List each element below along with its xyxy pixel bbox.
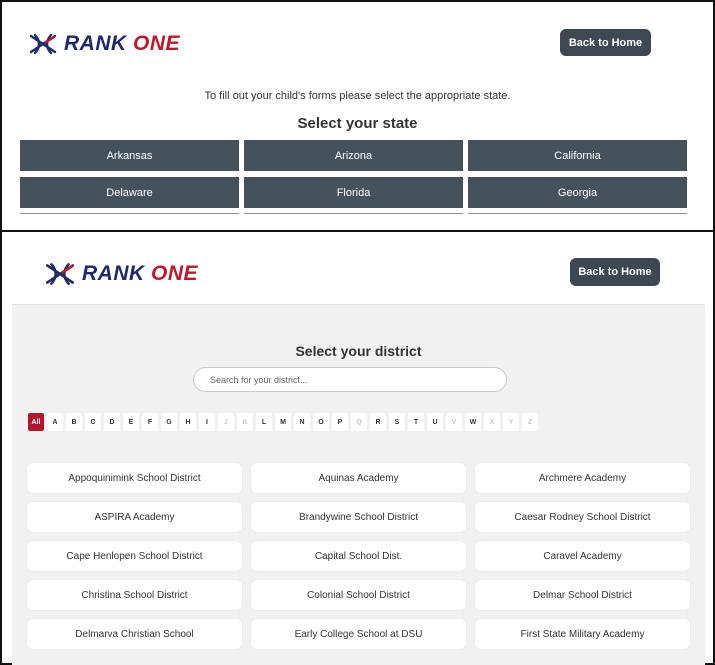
- rank-one-logo[interactable]: RANK ONE: [44, 262, 198, 286]
- letter-filter-s[interactable]: S: [389, 413, 405, 431]
- letter-filter-d[interactable]: D: [104, 413, 120, 431]
- letter-filter-z: Z: [522, 413, 538, 431]
- district-button[interactable]: Brandywine School District: [251, 502, 466, 532]
- district-button[interactable]: Caesar Rodney School District: [475, 502, 690, 532]
- letter-filter-all[interactable]: All: [28, 413, 44, 431]
- rank-one-emblem-icon: [45, 263, 75, 285]
- rank-one-emblem-icon: [29, 33, 57, 55]
- district-search-input[interactable]: [193, 367, 507, 392]
- district-selection-panel: RANK ONE Back to Home Select your distri…: [0, 230, 715, 665]
- letter-filter-w[interactable]: W: [465, 413, 481, 431]
- letter-filter-a[interactable]: A: [47, 413, 63, 431]
- district-button[interactable]: Capital School Dist.: [251, 541, 466, 571]
- state-button-arizona[interactable]: Arizona: [244, 140, 463, 171]
- state-button-partial[interactable]: [244, 213, 463, 217]
- letter-filter-e[interactable]: E: [123, 413, 139, 431]
- state-button-partial[interactable]: [468, 213, 687, 217]
- district-button[interactable]: Delmarva Christian School: [27, 619, 242, 649]
- letter-filter-t[interactable]: T: [408, 413, 424, 431]
- letter-filter-m[interactable]: M: [275, 413, 291, 431]
- state-instruction: To fill out your child's forms please se…: [204, 90, 511, 102]
- state-button-partial[interactable]: [20, 213, 239, 217]
- back-to-home-button[interactable]: Back to Home: [560, 29, 651, 56]
- letter-filter-r[interactable]: R: [370, 413, 386, 431]
- district-button[interactable]: ASPIRA Academy: [27, 502, 242, 532]
- letter-filter-i[interactable]: I: [199, 413, 215, 431]
- letter-filter-c[interactable]: C: [85, 413, 101, 431]
- district-button[interactable]: Archmere Academy: [475, 463, 690, 493]
- letter-filter-q: Q: [351, 413, 367, 431]
- letter-filter-y: Y: [503, 413, 519, 431]
- brand-name: RANK ONE: [64, 32, 181, 55]
- district-button[interactable]: Cape Henlopen School District: [27, 541, 242, 571]
- district-grid: Appoquinimink School District Aquinas Aca…: [27, 463, 690, 649]
- letter-filter-n[interactable]: N: [294, 413, 310, 431]
- letter-filter-p[interactable]: P: [332, 413, 348, 431]
- state-grid: Arkansas Arizona California Delaware Flo…: [20, 140, 688, 208]
- letter-filter-j: J: [218, 413, 234, 431]
- letter-filter-o[interactable]: O: [313, 413, 329, 431]
- district-button[interactable]: Christina School District: [27, 580, 242, 610]
- letter-filter-v: V: [446, 413, 462, 431]
- state-button-georgia[interactable]: Georgia: [468, 177, 687, 208]
- alphabet-filter: All A B C D E F G H I J K L M N O P Q R S T U V W X Y Z: [28, 413, 538, 431]
- state-button-arkansas[interactable]: Arkansas: [20, 140, 239, 171]
- district-button[interactable]: Colonial School District: [251, 580, 466, 610]
- letter-filter-k: K: [237, 413, 253, 431]
- rank-one-logo[interactable]: RANK ONE: [28, 32, 180, 56]
- state-button-california[interactable]: California: [468, 140, 687, 171]
- select-district-heading: Select your district: [295, 343, 422, 359]
- letter-filter-u[interactable]: U: [427, 413, 443, 431]
- district-button[interactable]: Early College School at DSU: [251, 619, 466, 649]
- letter-filter-h[interactable]: H: [180, 413, 196, 431]
- letter-filter-g[interactable]: G: [161, 413, 177, 431]
- letter-filter-l[interactable]: L: [256, 413, 272, 431]
- letter-filter-b[interactable]: B: [66, 413, 82, 431]
- letter-filter-x: X: [484, 413, 500, 431]
- state-grid-next-row: [20, 213, 688, 217]
- select-state-heading: Select your state: [297, 115, 418, 132]
- district-button[interactable]: Delmar School District: [475, 580, 690, 610]
- state-selection-panel: RANK ONE Back to Home To fill out your c…: [0, 0, 715, 232]
- district-button[interactable]: Caravel Academy: [475, 541, 690, 571]
- letter-filter-f[interactable]: F: [142, 413, 158, 431]
- state-button-delaware[interactable]: Delaware: [20, 177, 239, 208]
- district-button[interactable]: First State Military Academy: [475, 619, 690, 649]
- brand-name: RANK ONE: [82, 262, 199, 285]
- district-button[interactable]: Appoquinimink School District: [27, 463, 242, 493]
- state-button-florida[interactable]: Florida: [244, 177, 463, 208]
- back-to-home-button[interactable]: Back to Home: [570, 258, 660, 286]
- district-button[interactable]: Aquinas Academy: [251, 463, 466, 493]
- district-content-area: Select your district AllABCDEFGHIJKLMNOP…: [12, 304, 705, 665]
